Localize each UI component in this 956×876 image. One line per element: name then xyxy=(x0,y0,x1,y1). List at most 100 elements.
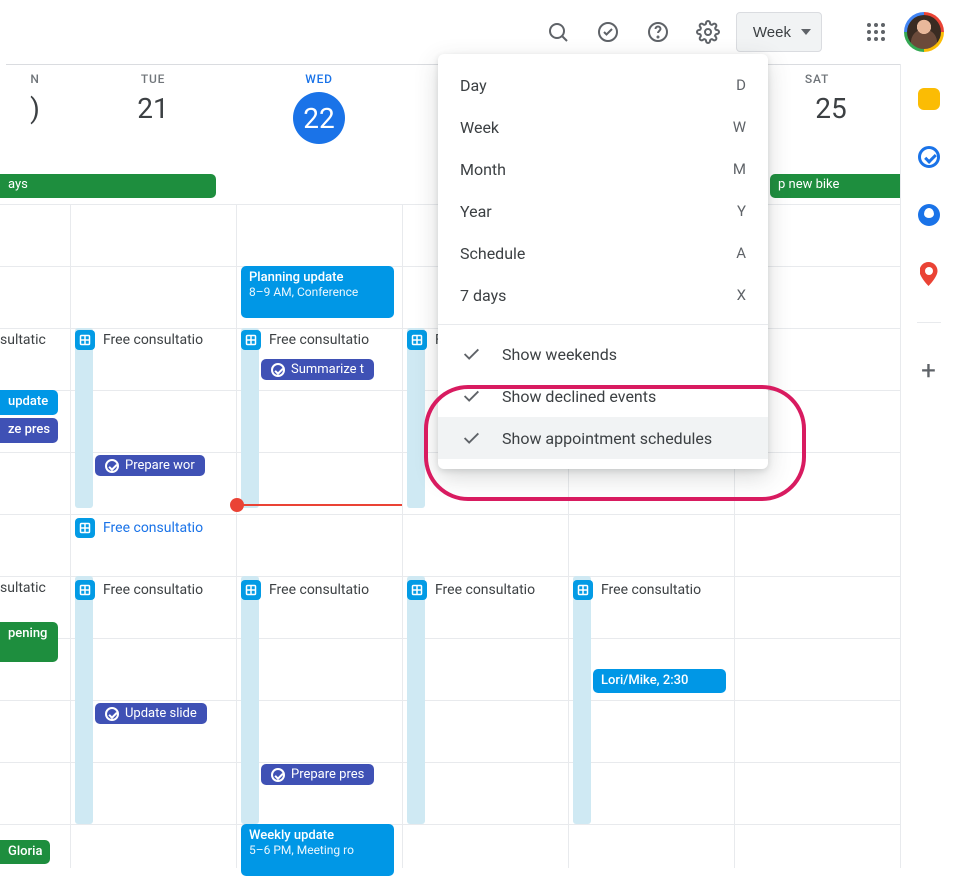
slot-label: Free consultatio xyxy=(269,332,369,348)
event[interactable]: Gloria xyxy=(0,840,50,864)
event[interactable]: Lori/Mike, 2:30 xyxy=(593,669,726,693)
availability-bar xyxy=(573,576,591,824)
day-number-today: 22 xyxy=(236,92,402,144)
side-panel-divider xyxy=(917,322,941,323)
menu-item-schedule[interactable]: Schedule A xyxy=(438,232,768,274)
menu-item-day[interactable]: Day D xyxy=(438,64,768,106)
menu-item-label: Schedule xyxy=(460,244,525,263)
task-chip[interactable]: Update slide xyxy=(95,703,207,724)
menu-item-label: Day xyxy=(460,76,487,95)
menu-item-key: D xyxy=(736,76,746,94)
task-label: Prepare wor xyxy=(125,458,195,473)
menu-item-label: 7 days xyxy=(460,286,506,305)
task-check-icon xyxy=(105,707,119,721)
menu-toggle-label: Show appointment schedules xyxy=(502,429,712,448)
event-subtitle: 8–9 AM, Conference xyxy=(249,285,386,299)
dow-label: WED xyxy=(236,72,402,86)
event-title: Weekly update xyxy=(249,828,386,843)
event-title: Gloria xyxy=(8,844,42,859)
availability-bar xyxy=(75,328,93,508)
now-indicator-dot xyxy=(230,498,244,512)
contacts-icon[interactable] xyxy=(918,204,940,226)
view-switcher-label: Week xyxy=(753,24,791,41)
account-avatar[interactable] xyxy=(904,12,944,52)
view-switcher-button[interactable]: Week xyxy=(736,12,822,52)
menu-item-key: X xyxy=(737,286,746,304)
task-label: Prepare pres xyxy=(291,767,364,782)
menu-toggle-label: Show declined events xyxy=(502,387,656,406)
appointment-slot[interactable]: sultatic xyxy=(0,580,46,596)
contact-support-icon[interactable] xyxy=(586,10,630,54)
appointment-slot[interactable]: Free consultatio xyxy=(75,580,203,600)
tasks-icon[interactable] xyxy=(918,146,940,168)
appointment-icon xyxy=(407,580,427,600)
appointment-icon xyxy=(75,330,95,350)
appointment-slot[interactable]: Free consultatio xyxy=(241,330,369,350)
menu-item-key: W xyxy=(733,118,746,136)
event-title: Lori/Mike, 2:30 xyxy=(601,673,688,688)
task-chip[interactable]: Summarize t xyxy=(261,359,374,380)
menu-separator xyxy=(438,324,768,325)
check-icon xyxy=(460,385,482,407)
task-check-icon xyxy=(271,768,285,782)
keep-icon[interactable] xyxy=(918,88,940,110)
appointment-icon xyxy=(75,518,95,538)
task-check-icon xyxy=(271,363,285,377)
get-addons-icon[interactable]: + xyxy=(917,359,941,383)
appointment-slot[interactable]: Free consultatio xyxy=(407,580,535,600)
view-menu: Day D Week W Month M YearY Schedule A 7 days… xyxy=(438,54,768,469)
dow-label: N xyxy=(0,72,70,86)
task-label: Summarize t xyxy=(291,362,364,377)
menu-item-label: Year xyxy=(460,202,492,221)
maps-icon[interactable] xyxy=(920,262,938,286)
menu-item-label: Month xyxy=(460,160,506,179)
availability-bar xyxy=(407,576,425,824)
menu-item-week[interactable]: Week W xyxy=(438,106,768,148)
appointment-icon xyxy=(407,330,427,350)
now-indicator-line xyxy=(237,504,402,506)
menu-item-key: M xyxy=(733,160,746,178)
task-chip[interactable]: Prepare wor xyxy=(95,455,205,476)
appointment-slot[interactable]: Free consultatio xyxy=(573,580,701,600)
appointment-slot[interactable]: sultatic xyxy=(0,332,46,348)
event[interactable]: update xyxy=(0,390,58,415)
slot-label: sultatic xyxy=(0,332,46,348)
menu-toggle-appointment-schedules[interactable]: Show appointment schedules xyxy=(438,417,768,459)
menu-item-key: A xyxy=(736,244,746,262)
event[interactable]: Planning update 8–9 AM, Conference xyxy=(241,266,394,318)
search-icon[interactable] xyxy=(536,10,580,54)
day-col: Planning update 8–9 AM, Conference Free … xyxy=(236,204,402,868)
allday-event[interactable]: ays xyxy=(0,174,216,198)
event-title: p new bike xyxy=(778,177,839,192)
allday-event[interactable]: p new bike xyxy=(770,174,900,198)
event-subtitle: 5–6 PM, Meeting ro xyxy=(249,843,386,857)
event[interactable]: ze pres xyxy=(0,418,58,443)
task-chip[interactable]: Prepare pres xyxy=(261,764,374,785)
day-number: ) xyxy=(0,92,70,125)
event-title: pening xyxy=(8,626,47,641)
google-apps-icon[interactable] xyxy=(854,10,898,54)
slot-label: sultatic xyxy=(0,580,46,596)
event-title: ze pres xyxy=(8,422,50,437)
slot-label: Free consultatio xyxy=(103,582,203,598)
menu-item-7days[interactable]: 7 days X xyxy=(438,274,768,316)
menu-item-month[interactable]: Month M xyxy=(438,148,768,190)
help-icon[interactable] xyxy=(636,10,680,54)
event-title: ays xyxy=(8,177,28,192)
appointment-slot[interactable]: Free consultatio xyxy=(241,580,369,600)
appointment-slot[interactable]: Free consultatio xyxy=(75,330,203,350)
availability-bar xyxy=(407,328,425,508)
settings-icon[interactable] xyxy=(686,10,730,54)
menu-item-year[interactable]: YearY xyxy=(438,190,768,232)
appointment-icon xyxy=(241,330,261,350)
availability-bar xyxy=(241,576,259,824)
menu-toggle-weekends[interactable]: Show weekends xyxy=(438,333,768,375)
event[interactable]: pening xyxy=(0,622,58,662)
menu-item-label: Week xyxy=(460,118,499,137)
slot-label: Free consultatio xyxy=(601,582,701,598)
day-col: Free consultatio Prepare wor Free consul… xyxy=(70,204,236,868)
appointment-slot[interactable]: Free consultatio xyxy=(75,518,203,538)
day-number: 21 xyxy=(70,92,236,125)
menu-toggle-declined[interactable]: Show declined events xyxy=(438,375,768,417)
event[interactable]: Weekly update 5–6 PM, Meeting ro xyxy=(241,824,394,876)
